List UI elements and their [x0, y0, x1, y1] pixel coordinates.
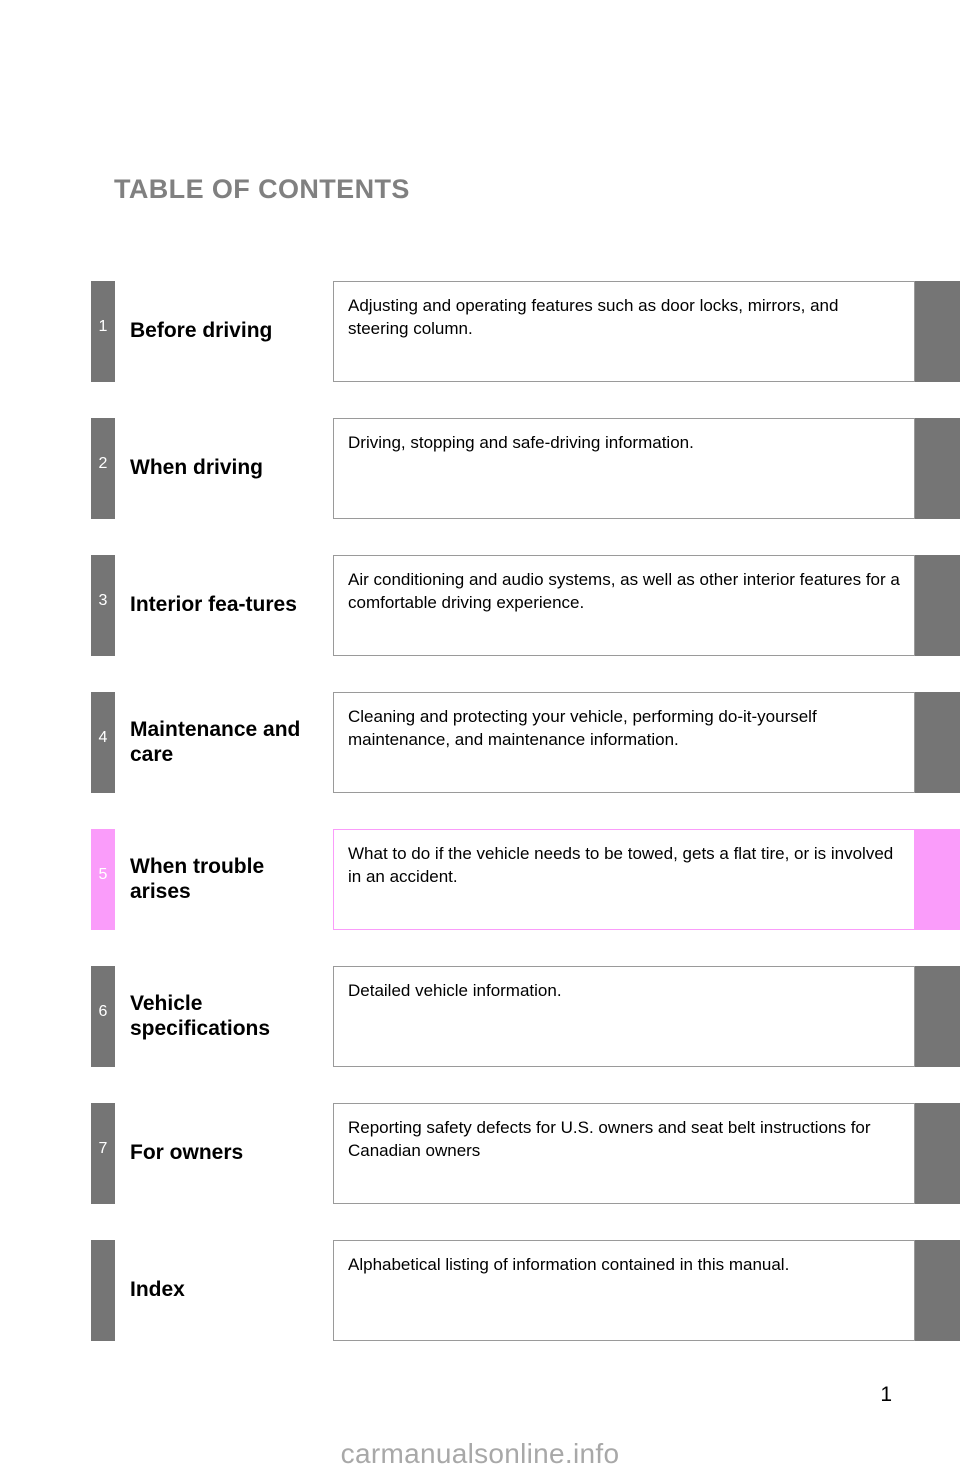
- toc-row[interactable]: 5 When trouble arises What to do if the ve…: [0, 829, 960, 930]
- chapter-title: Index: [130, 1278, 185, 1302]
- chapter-title: When driving: [130, 456, 263, 480]
- chapter-tab[interactable]: 7: [91, 1103, 115, 1204]
- chapter-edge-tab[interactable]: [915, 829, 960, 930]
- toc-row[interactable]: 7 For owners Reporting safety defects for …: [0, 1103, 960, 1204]
- chapter-edge-tab[interactable]: [915, 692, 960, 793]
- chapter-edge-tab[interactable]: [915, 1240, 960, 1341]
- chapter-number: 5: [98, 866, 108, 883]
- chapter-tab[interactable]: [91, 1240, 115, 1341]
- chapter-tab[interactable]: 5: [91, 829, 115, 930]
- page-title: TABLE OF CONTENTS: [114, 174, 410, 204]
- chapter-title: Maintenance and care: [130, 718, 301, 766]
- chapter-edge-tab[interactable]: [915, 966, 960, 1067]
- chapter-number: 1: [98, 318, 108, 335]
- chapter-number: 3: [98, 592, 108, 609]
- chapter-edge-tab[interactable]: [915, 281, 960, 382]
- chapter-description: Detailed vehicle information.: [333, 966, 915, 1067]
- toc-row-list: 1 Before driving Adjusting and operating f…: [0, 281, 960, 1377]
- chapter-tab[interactable]: 3: [91, 555, 115, 656]
- page-number: 1: [880, 1383, 892, 1406]
- chapter-number: 2: [98, 455, 108, 472]
- chapter-description: What to do if the vehicle needs to be to…: [333, 829, 915, 930]
- chapter-title: For owners: [130, 1141, 244, 1165]
- chapter-title: Vehicle specifications: [130, 992, 271, 1040]
- chapter-description: Adjusting and operating features such as…: [333, 281, 915, 382]
- chapter-description: Alphabetical listing of information cont…: [333, 1240, 915, 1341]
- chapter-description: Reporting safety defects for U.S. owners…: [333, 1103, 915, 1204]
- chapter-number: 7: [98, 1140, 108, 1157]
- chapter-title: Interior fea-tures: [130, 593, 297, 617]
- toc-row[interactable]: 3 Interior fea-tures Air conditioning and …: [0, 555, 960, 656]
- chapter-tab[interactable]: 2: [91, 418, 115, 519]
- chapter-description: Driving, stopping and safe-driving infor…: [333, 418, 915, 519]
- toc-row[interactable]: 2 When driving Driving, stopping and safe-…: [0, 418, 960, 519]
- chapter-tab[interactable]: 4: [91, 692, 115, 793]
- manual-page: TABLE OF CONTENTS 1 Before driving Adjusti…: [0, 0, 960, 1484]
- toc-row[interactable]: 4 Maintenance and care Cleaning and protec…: [0, 692, 960, 793]
- chapter-edge-tab[interactable]: [915, 418, 960, 519]
- chapter-tab[interactable]: 1: [91, 281, 115, 382]
- chapter-title: When trouble arises: [130, 855, 265, 903]
- chapter-number: 6: [98, 1003, 108, 1020]
- chapter-description: Air conditioning and audio systems, as w…: [333, 555, 915, 656]
- watermark: carmanualsonline.info: [340, 1438, 620, 1469]
- chapter-number: 4: [98, 729, 108, 746]
- chapter-edge-tab[interactable]: [915, 1103, 960, 1204]
- chapter-description: Cleaning and protecting your vehicle, pe…: [333, 692, 915, 793]
- chapter-edge-tab[interactable]: [915, 555, 960, 656]
- toc-row[interactable]: 1 Before driving Adjusting and operating f…: [0, 281, 960, 382]
- toc-row[interactable]: Index Alphabetical listing of information…: [0, 1240, 960, 1341]
- chapter-tab[interactable]: 6: [91, 966, 115, 1067]
- chapter-title: Before driving: [130, 319, 273, 343]
- toc-row[interactable]: 6 Vehicle specifications Detailed vehicle …: [0, 966, 960, 1067]
